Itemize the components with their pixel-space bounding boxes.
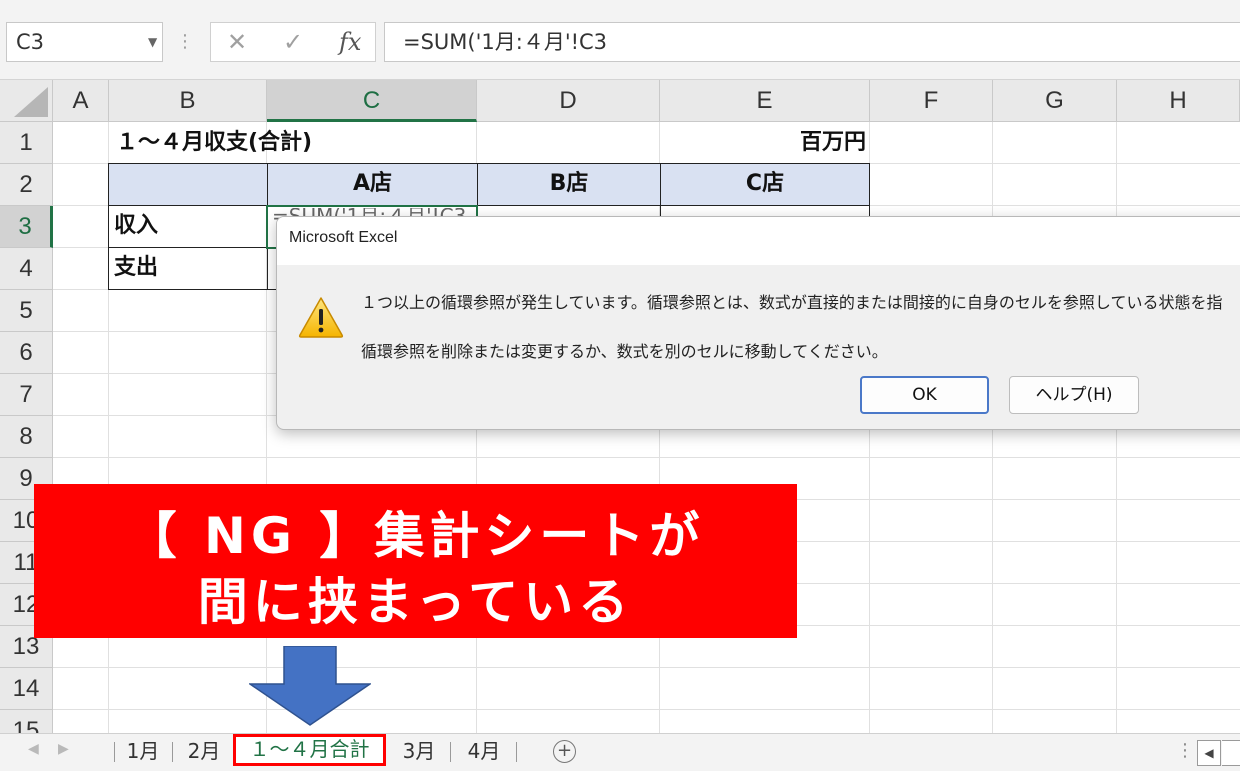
column-header-f[interactable]: F: [870, 80, 993, 122]
column-header-c[interactable]: C: [267, 80, 477, 122]
dialog-title: Microsoft Excel: [289, 229, 398, 246]
sheet-tab-total[interactable]: １～４月合計: [233, 734, 386, 766]
chevron-down-icon[interactable]: ▼: [148, 23, 157, 61]
table-title: １～４月収支(合計): [116, 130, 313, 155]
unit-label: 百万円: [799, 130, 866, 155]
row-header-5[interactable]: 5: [0, 290, 53, 332]
row-header-7[interactable]: 7: [0, 374, 53, 416]
sheet-tab-apr[interactable]: 4月: [456, 736, 512, 768]
formula-buttons: ✕ ✓ fx: [210, 22, 376, 62]
ng-callout-banner: 【 NG 】集計シートが 間に挟まっている: [34, 484, 797, 638]
column-header-b[interactable]: B: [109, 80, 267, 122]
row-label-expense[interactable]: 支出: [108, 247, 268, 290]
row-header-4[interactable]: 4: [0, 248, 53, 290]
more-icon[interactable]: ⋮: [1176, 740, 1194, 761]
dialog-message-2: 循環参照を削除または変更するか、数式を別のセルに移動してください。: [361, 342, 888, 361]
banner-line-2: 間に挟まっている: [197, 573, 634, 631]
formula-input[interactable]: =SUM('1月:４月'!C3: [384, 22, 1240, 62]
dialog-titlebar[interactable]: Microsoft Excel: [277, 217, 1240, 265]
cancel-icon[interactable]: ✕: [227, 25, 247, 59]
header-cell-store-b[interactable]: B店: [477, 163, 661, 206]
down-arrow-icon: [249, 646, 371, 726]
sheet-tab-bar: ◀ ▶ 1月 2月 １～４月合計 3月 4月 + ⋮ ◀: [0, 733, 1240, 771]
header-cell-store-a[interactable]: A店: [267, 163, 478, 206]
sheet-tab-feb[interactable]: 2月: [178, 736, 230, 768]
ok-button[interactable]: OK: [860, 376, 989, 414]
column-header-h[interactable]: H: [1117, 80, 1240, 122]
enter-icon[interactable]: ✓: [283, 25, 303, 59]
formula-bar: C3 ▼ ⋮ ✕ ✓ fx =SUM('1月:４月'!C3: [0, 0, 1240, 80]
warning-icon: [298, 297, 344, 338]
row-header-8[interactable]: 8: [0, 416, 53, 458]
add-sheet-button[interactable]: +: [553, 740, 576, 763]
name-box[interactable]: C3 ▼: [6, 22, 163, 62]
row-header-2[interactable]: 2: [0, 164, 53, 206]
header-cell-store-c[interactable]: C店: [660, 163, 870, 206]
row-header-1[interactable]: 1: [0, 122, 53, 164]
column-header-d[interactable]: D: [477, 80, 660, 122]
sheet-tab-jan[interactable]: 1月: [118, 736, 168, 768]
row-header-14[interactable]: 14: [0, 668, 53, 710]
help-button[interactable]: ヘルプ(H): [1009, 376, 1139, 414]
row-header-3[interactable]: 3: [0, 206, 53, 248]
next-sheet-icon[interactable]: ▶: [58, 741, 69, 757]
more-options-icon: ⋮: [176, 31, 194, 52]
horizontal-scrollbar[interactable]: [1222, 740, 1240, 766]
sheet-tab-mar[interactable]: 3月: [392, 736, 446, 768]
circular-reference-dialog: Microsoft Excel １つ以上の循環参照が発生しています。循環参照とは…: [276, 216, 1240, 430]
name-box-value: C3: [16, 30, 45, 54]
prev-sheet-icon[interactable]: ◀: [28, 741, 39, 757]
row-label-income[interactable]: 収入: [108, 205, 268, 248]
column-header-a[interactable]: A: [53, 80, 109, 122]
row-header-6[interactable]: 6: [0, 332, 53, 374]
fx-icon[interactable]: fx: [339, 25, 361, 59]
scroll-left-button[interactable]: ◀: [1197, 740, 1221, 766]
select-all-corner[interactable]: [0, 80, 53, 122]
row-header-15[interactable]: 15: [0, 710, 53, 733]
header-cell-blank[interactable]: [108, 163, 268, 206]
column-header-e[interactable]: E: [660, 80, 870, 122]
banner-line-1: 【 NG 】集計シートが: [126, 507, 705, 565]
dialog-message-1: １つ以上の循環参照が発生しています。循環参照とは、数式が直接的または間接的に自身…: [361, 293, 1223, 312]
column-header-g[interactable]: G: [993, 80, 1117, 122]
